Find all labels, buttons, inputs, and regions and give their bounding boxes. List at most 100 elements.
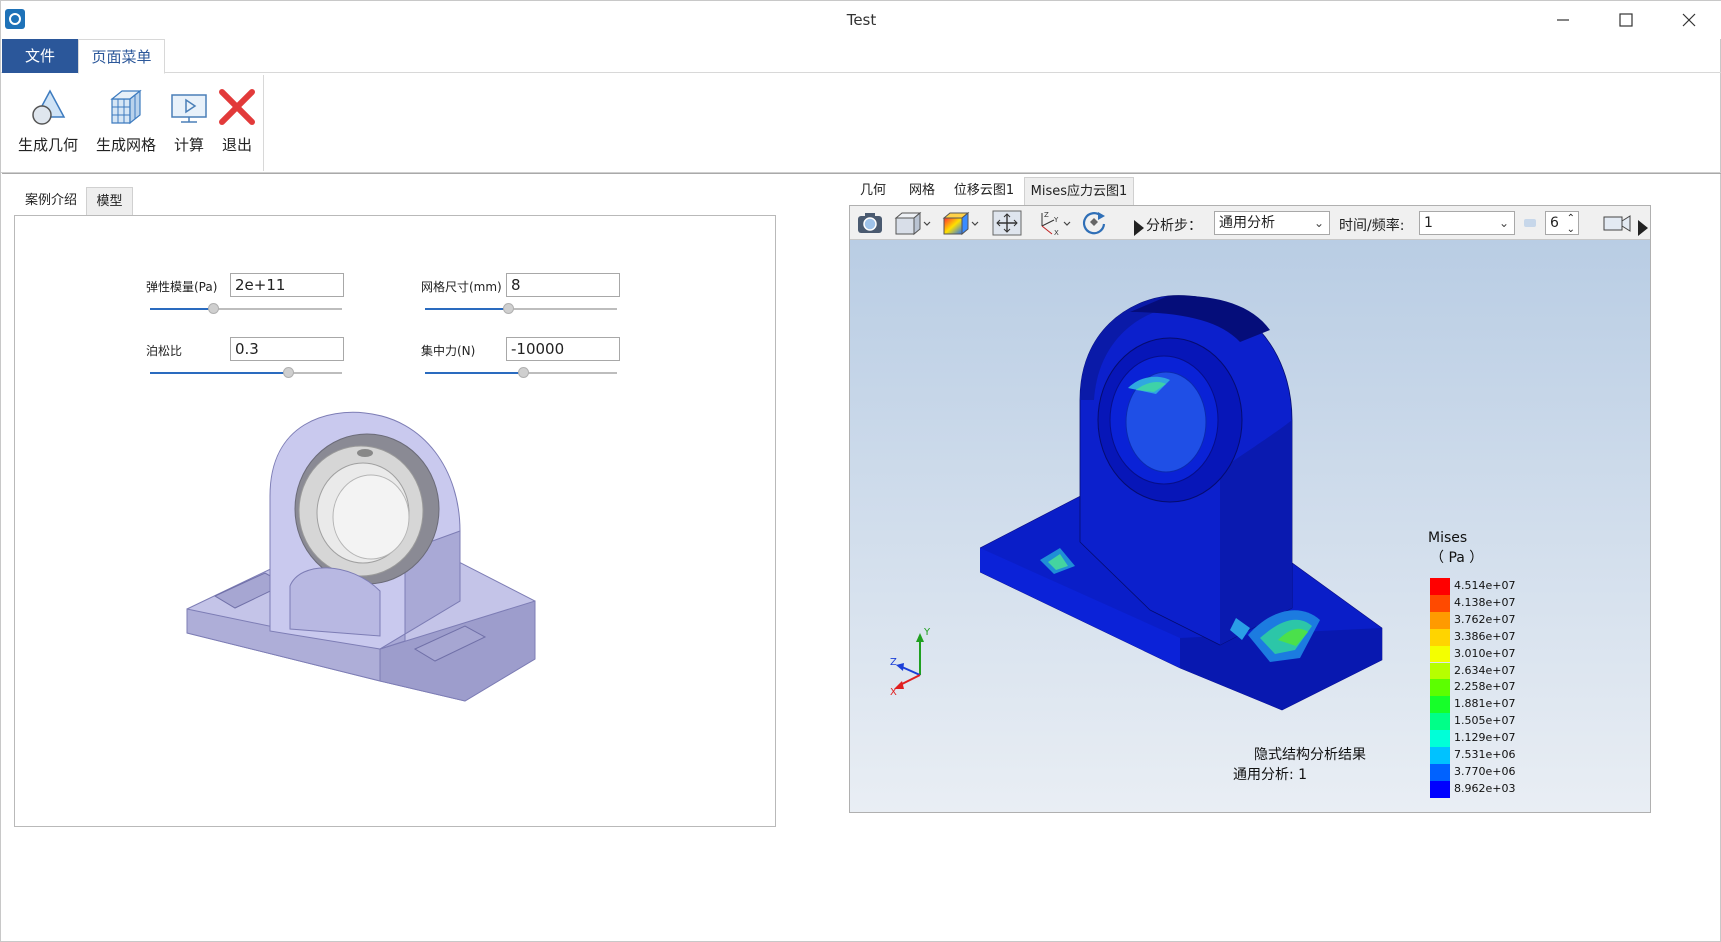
legend-value: 4.138e+07: [1454, 595, 1516, 609]
elastic-modulus-slider-fill: [150, 308, 214, 310]
exit-label: 退出: [221, 136, 252, 154]
3d-canvas[interactable]: Y Z X Mises （ Pa ） 隐式结构分析结果 通用分析: 1 4.51…: [850, 240, 1650, 812]
reset-rotation-icon[interactable]: [1080, 210, 1108, 236]
compute-button[interactable]: 计算: [167, 85, 211, 165]
time-frequency-value: 1: [1424, 215, 1433, 231]
step-first-icon[interactable]: [1134, 215, 1146, 241]
title-bar: Test: [1, 1, 1721, 39]
mesh-size-slider-fill: [425, 308, 508, 310]
ribbon-group-divider: [263, 75, 264, 171]
legend-value: 2.634e+07: [1454, 663, 1516, 677]
legend-title: Mises: [1428, 530, 1468, 546]
mesh-size-slider[interactable]: [425, 303, 617, 314]
mesh-size-input[interactable]: 8: [506, 273, 620, 297]
chevron-down-icon: ⌄: [1498, 216, 1509, 230]
chevron-down-icon: ⌄: [1313, 216, 1324, 230]
legend-swatch: [1430, 696, 1450, 714]
elastic-modulus-slider[interactable]: [150, 303, 342, 314]
concentrated-force-label: 集中力(N): [421, 344, 476, 358]
frame-spinbox[interactable]: 6 ⌃ ⌄: [1545, 211, 1579, 235]
tab-geometry[interactable]: 几何: [859, 177, 887, 205]
legend-swatch: [1430, 628, 1450, 646]
pillow-block-model-image: [186, 411, 536, 702]
tab-page-menu[interactable]: 页面菜单: [78, 39, 165, 74]
poisson-ratio-slider-thumb[interactable]: [283, 367, 295, 378]
legend-value: 3.010e+07: [1454, 646, 1516, 660]
close-button[interactable]: [1661, 1, 1717, 39]
axis-orientation-dropdown-icon[interactable]: ZYX: [1032, 210, 1072, 236]
generate-mesh-button[interactable]: 生成网格: [93, 85, 159, 165]
legend-swatch: [1430, 662, 1450, 680]
concentrated-force-slider-thumb[interactable]: [517, 367, 529, 378]
legend-value: 3.770e+06: [1454, 764, 1516, 778]
frame-slider-handle[interactable]: [1524, 219, 1536, 227]
poisson-ratio-slider-fill: [150, 372, 289, 374]
elastic-modulus-input[interactable]: 2e+11: [230, 273, 344, 297]
tab-model[interactable]: 模型: [86, 187, 133, 215]
svg-text:X: X: [1054, 229, 1059, 236]
result-viewer: ZYX 分析步： 通用分析 ⌄ 时间/频率: 1 ⌄ 6 ⌃ ⌄ Y Z X M…: [849, 205, 1651, 813]
mesh-size-slider-thumb[interactable]: [502, 303, 514, 314]
legend-value: 3.386e+07: [1454, 629, 1516, 643]
legend-unit: （ Pa ）: [1430, 550, 1484, 566]
legend-swatch: [1430, 594, 1450, 612]
minimize-button[interactable]: [1535, 1, 1591, 39]
concentrated-force-slider[interactable]: [425, 367, 617, 378]
legend-value: 4.514e+07: [1454, 579, 1516, 592]
legend-swatch: [1430, 730, 1450, 747]
display-style-dropdown-icon[interactable]: [940, 210, 980, 236]
window-title: Test: [846, 11, 877, 29]
mises-contour-model-image: [980, 295, 1383, 711]
maximize-icon: [1619, 13, 1633, 27]
tab-file[interactable]: 文件: [2, 39, 78, 73]
result-caption-title: 隐式结构分析结果: [1254, 747, 1366, 763]
tab-mises-contour[interactable]: Mises应力云图1: [1024, 177, 1134, 205]
legend-value: 1.881e+07: [1454, 697, 1516, 711]
legend-value: 1.129e+07: [1454, 731, 1516, 745]
record-video-icon[interactable]: [1602, 210, 1634, 236]
svg-text:Y: Y: [1053, 216, 1059, 224]
mesh-icon: [110, 89, 142, 125]
exit-button[interactable]: 退出: [215, 85, 259, 165]
spin-down-icon[interactable]: ⌄: [1567, 221, 1575, 239]
compute-label: 计算: [173, 136, 204, 154]
time-frequency-select[interactable]: 1 ⌄: [1419, 211, 1515, 235]
poisson-ratio-input[interactable]: 0.3: [230, 337, 344, 361]
maximize-button[interactable]: [1598, 1, 1654, 39]
app-window: Test 文件 页面菜单 生成几何 生成网格 计算 退出 案例介绍 模型 弹性模…: [0, 0, 1721, 942]
tab-mesh[interactable]: 网格: [906, 177, 938, 205]
legend-value: 2.258e+07: [1454, 680, 1516, 694]
legend-swatch: [1430, 611, 1450, 629]
exit-icon: [219, 89, 255, 125]
generate-geometry-button[interactable]: 生成几何: [15, 85, 81, 165]
camera-icon[interactable]: [856, 210, 884, 236]
elastic-modulus-slider-thumb[interactable]: [208, 303, 220, 314]
legend-value: 8.962e+03: [1454, 781, 1516, 795]
view-cube-dropdown-icon[interactable]: [892, 210, 932, 236]
legend-swatch: [1430, 747, 1450, 764]
model-panel: 弹性模量(Pa) 2e+11 网格尺寸(mm) 8 泊松比 0.3 集中力(N)…: [14, 215, 776, 827]
ribbon-body: 生成几何 生成网格 计算 退出: [1, 73, 1721, 173]
legend-swatch: [1430, 679, 1450, 697]
elastic-modulus-label: 弹性模量(Pa): [146, 280, 218, 294]
fit-view-icon[interactable]: [992, 210, 1022, 236]
tab-case-intro[interactable]: 案例介绍: [15, 187, 87, 215]
legend-swatch: [1430, 713, 1450, 731]
tab-displacement-contour[interactable]: 位移云图1: [953, 177, 1015, 205]
minimize-icon: [1557, 19, 1569, 21]
legend-swatch: [1430, 763, 1450, 781]
axis-y-label: Y: [923, 627, 931, 638]
ribbon-tab-bar: 文件 页面菜单: [1, 39, 1721, 74]
compute-icon: [171, 94, 207, 123]
step-last-icon[interactable]: [1638, 215, 1650, 241]
legend-swatch: [1430, 780, 1450, 798]
poisson-ratio-slider[interactable]: [150, 367, 342, 378]
concentrated-force-input[interactable]: -10000: [506, 337, 620, 361]
legend-swatch: [1430, 578, 1450, 595]
poisson-ratio-label: 泊松比: [146, 344, 183, 358]
analysis-step-select[interactable]: 通用分析 ⌄: [1214, 211, 1330, 235]
close-icon: [1682, 13, 1696, 27]
geometry-icon: [32, 89, 66, 125]
svg-text:Z: Z: [1044, 211, 1049, 219]
legend-value: 1.505e+07: [1454, 714, 1516, 728]
